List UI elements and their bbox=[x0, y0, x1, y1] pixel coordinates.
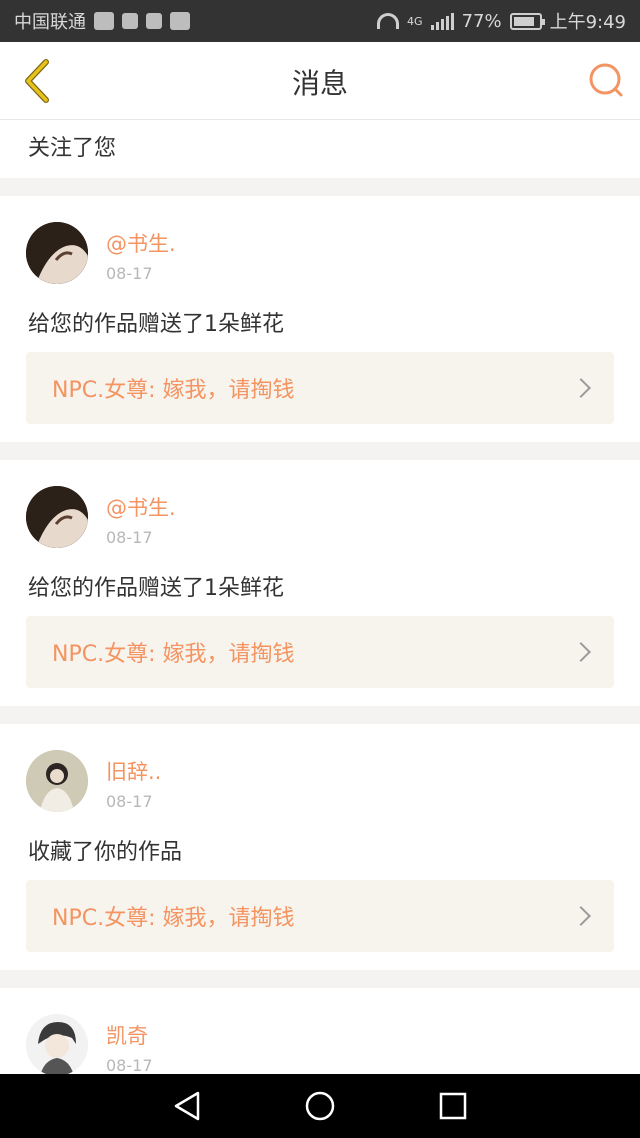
avatar-image bbox=[26, 222, 88, 284]
work-title: NPC.女尊: 嫁我，请掏钱 bbox=[52, 642, 295, 667]
divider bbox=[0, 178, 640, 196]
carrier-label: 中国联通 bbox=[14, 12, 86, 33]
video-app-icon bbox=[170, 12, 190, 30]
message-text: 给您的作品赠送了1朵鲜花 bbox=[28, 576, 284, 601]
circle-home-icon bbox=[305, 1091, 335, 1121]
follow-notice: 关注了您 bbox=[0, 120, 640, 178]
username[interactable]: @书生. bbox=[106, 492, 176, 522]
network-label: 4G bbox=[407, 14, 423, 28]
message-card: 凯奇 08-17 bbox=[0, 988, 640, 1074]
message-card: @书生. 08-17 给您的作品赠送了1朵鲜花 NPC.女尊: 嫁我，请掏钱 bbox=[0, 196, 640, 442]
work-link[interactable]: NPC.女尊: 嫁我，请掏钱 bbox=[26, 880, 614, 952]
page-title: 消息 bbox=[291, 67, 348, 100]
status-right: 4G 77% 上午9:49 bbox=[377, 8, 626, 34]
timestamp: 08-17 bbox=[106, 1056, 153, 1074]
search-button[interactable] bbox=[586, 60, 626, 100]
work-title: NPC.女尊: 嫁我，请掏钱 bbox=[52, 906, 295, 931]
user-row: @书生. 08-17 bbox=[26, 222, 176, 284]
work-title: NPC.女尊: 嫁我，请掏钱 bbox=[52, 378, 295, 403]
user-meta: @书生. 08-17 bbox=[106, 492, 176, 547]
battery-percent: 77% bbox=[461, 10, 502, 32]
follow-notice-text: 关注了您 bbox=[28, 136, 117, 161]
wechat-icon bbox=[94, 12, 114, 30]
timestamp: 08-17 bbox=[106, 264, 153, 283]
nav-recents-button[interactable] bbox=[433, 1086, 473, 1126]
nav-home-button[interactable] bbox=[300, 1086, 340, 1126]
clock: 上午9:49 bbox=[549, 12, 626, 33]
timestamp: 08-17 bbox=[106, 792, 153, 811]
system-nav-bar bbox=[0, 1074, 640, 1138]
avatar[interactable] bbox=[26, 750, 88, 812]
chevron-right-icon bbox=[571, 906, 591, 926]
wifi-icon bbox=[377, 13, 400, 29]
divider bbox=[0, 970, 640, 988]
user-row: 凯奇 08-17 bbox=[26, 1014, 153, 1074]
status-left: 中国联通 bbox=[14, 8, 190, 34]
message-card: @书生. 08-17 给您的作品赠送了1朵鲜花 NPC.女尊: 嫁我，请掏钱 bbox=[0, 460, 640, 706]
avatar[interactable] bbox=[26, 486, 88, 548]
signal-icon bbox=[430, 12, 454, 30]
app-notification-icon bbox=[122, 13, 138, 29]
avatar-image bbox=[26, 750, 88, 812]
user-row: 旧辞.. 08-17 bbox=[26, 750, 161, 812]
message-text: 收藏了你的作品 bbox=[28, 840, 183, 865]
work-link[interactable]: NPC.女尊: 嫁我，请掏钱 bbox=[26, 616, 614, 688]
username[interactable]: 旧辞.. bbox=[106, 756, 161, 786]
message-list[interactable]: 关注了您 @书生. 08-17 给您的作品赠送了1朵鲜花 NPC.女尊: 嫁我，… bbox=[0, 120, 640, 1074]
search-icon bbox=[589, 63, 623, 97]
avatar-image bbox=[26, 1014, 88, 1074]
work-link[interactable]: NPC.女尊: 嫁我，请掏钱 bbox=[26, 352, 614, 424]
chevron-right-icon bbox=[571, 642, 591, 662]
timestamp: 08-17 bbox=[106, 528, 153, 547]
avatar-image bbox=[26, 486, 88, 548]
app-header: 消息 bbox=[0, 42, 640, 120]
divider bbox=[0, 442, 640, 460]
avatar[interactable] bbox=[26, 222, 88, 284]
square-recents-icon bbox=[440, 1092, 467, 1120]
username[interactable]: 凯奇 bbox=[106, 1020, 153, 1050]
battery-icon bbox=[509, 12, 545, 30]
message-card: 旧辞.. 08-17 收藏了你的作品 NPC.女尊: 嫁我，请掏钱 bbox=[0, 724, 640, 970]
message-text: 给您的作品赠送了1朵鲜花 bbox=[28, 312, 284, 337]
chevron-right-icon bbox=[571, 378, 591, 398]
download-icon bbox=[146, 13, 162, 29]
user-row: @书生. 08-17 bbox=[26, 486, 176, 548]
user-meta: 旧辞.. 08-17 bbox=[106, 756, 161, 811]
status-bar: 中国联通 4G 77% 上午9:49 bbox=[0, 0, 640, 42]
triangle-back-icon bbox=[174, 1091, 199, 1121]
username[interactable]: @书生. bbox=[106, 228, 176, 258]
nav-back-button[interactable] bbox=[167, 1086, 207, 1126]
avatar[interactable] bbox=[26, 1014, 88, 1074]
user-meta: 凯奇 08-17 bbox=[106, 1020, 153, 1074]
user-meta: @书生. 08-17 bbox=[106, 228, 176, 283]
divider bbox=[0, 706, 640, 724]
